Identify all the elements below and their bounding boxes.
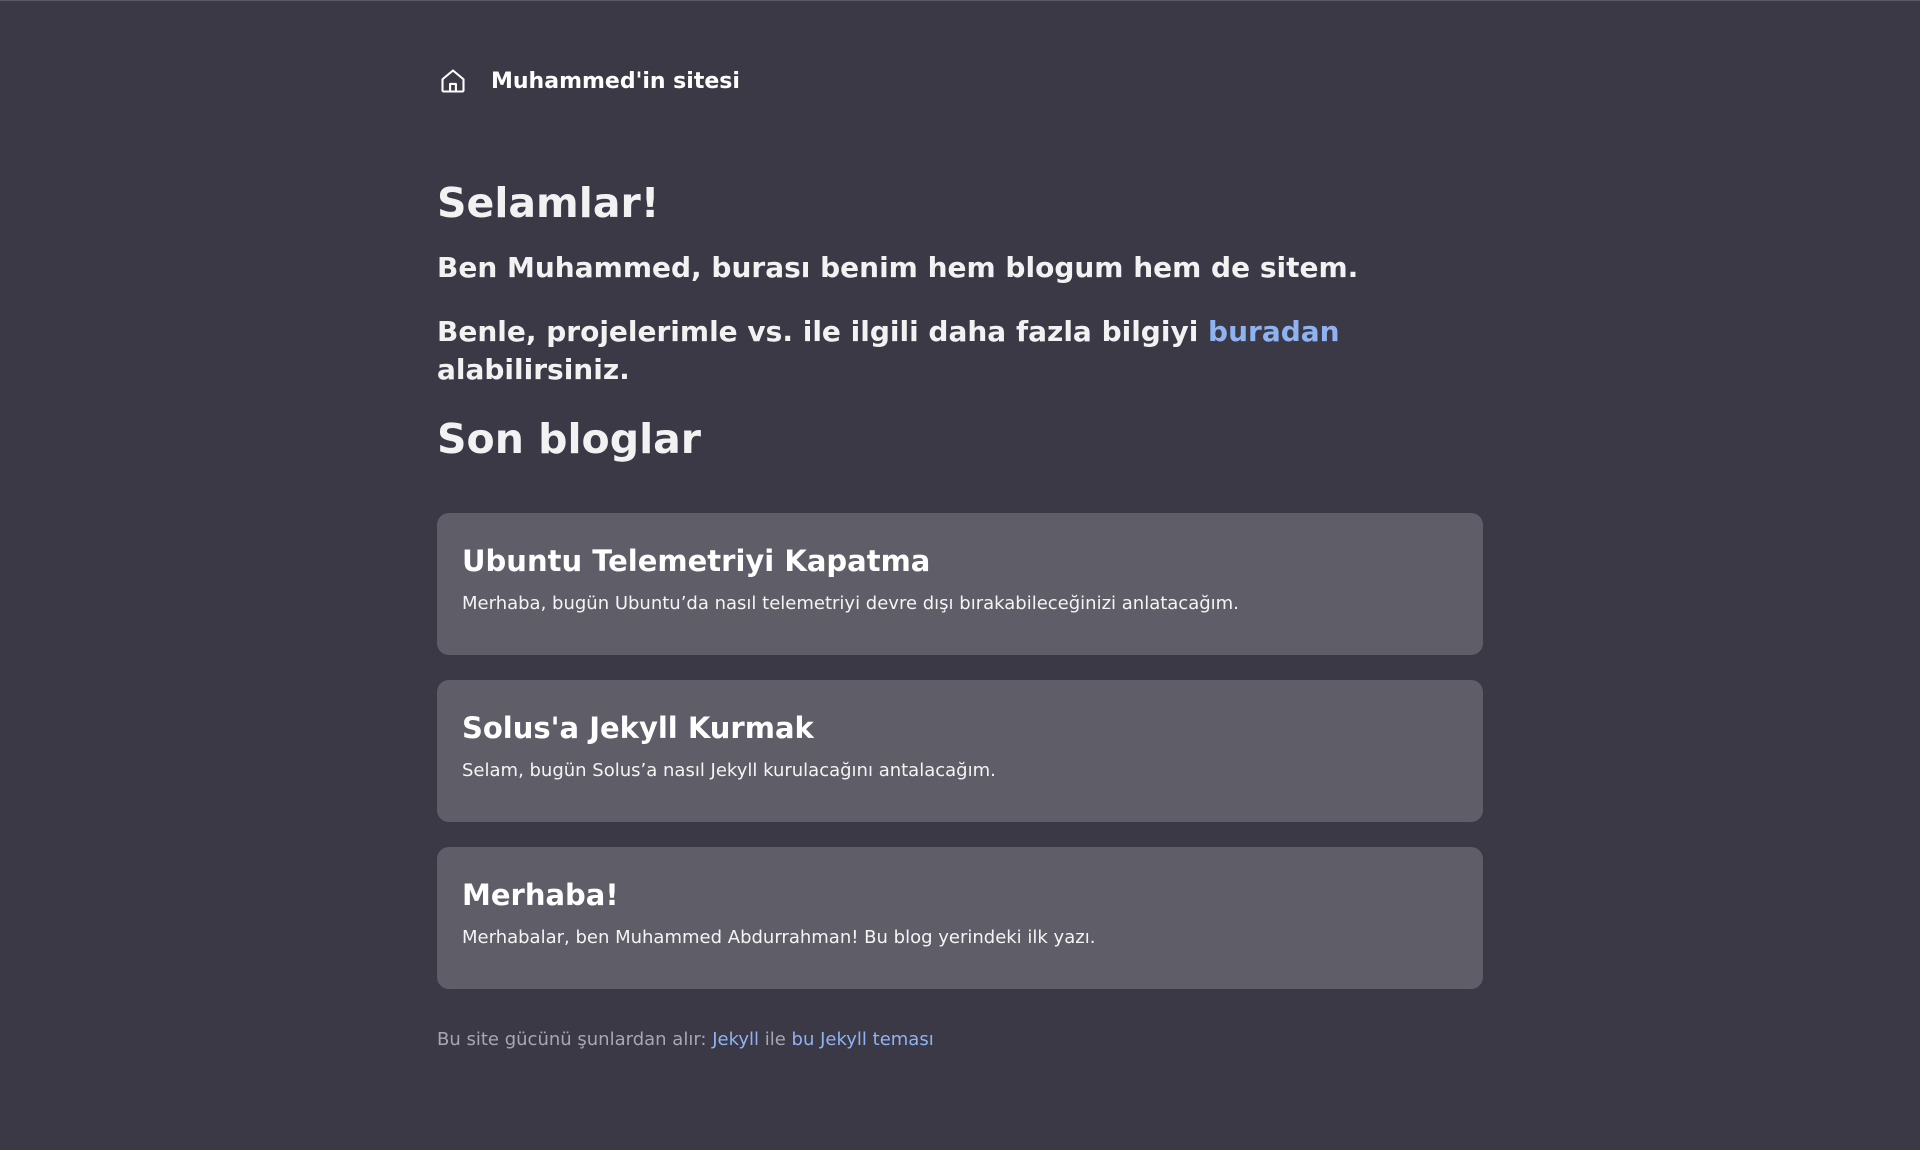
post-excerpt: Merhaba, bugün Ubuntu’da nasıl telemetri…: [462, 593, 1239, 614]
post-excerpt: Selam, bugün Solus’a nasıl Jekyll kurula…: [462, 760, 996, 781]
jekyll-link[interactable]: Jekyll: [712, 1029, 759, 1050]
site-footer: Bu site gücünü şunlardan alır: Jekyll il…: [437, 1029, 1483, 1050]
about-link[interactable]: buradan: [1208, 315, 1340, 348]
footer-middle: ile: [759, 1029, 792, 1050]
post-title: Merhaba!: [462, 878, 619, 912]
site-header: Muhammed'in sitesi: [437, 61, 1483, 101]
recent-posts-heading: Son bloglar: [437, 415, 702, 463]
greeting-heading: Selamlar!: [437, 179, 660, 227]
intro-text: Ben Muhammed, burası benim hem blogum he…: [437, 251, 1359, 284]
post-title: Solus'a Jekyll Kurmak: [462, 711, 814, 745]
footer-prefix: Bu site gücünü şunlardan alır:: [437, 1029, 713, 1050]
more-info-suffix: alabilirsiniz.: [437, 353, 630, 386]
theme-link[interactable]: bu Jekyll teması: [792, 1029, 934, 1050]
home-icon[interactable]: [437, 65, 469, 97]
post-title: Ubuntu Telemetriyi Kapatma: [462, 544, 931, 578]
page-container: Muhammed'in sitesi Selamlar! Ben Muhamme…: [437, 61, 1483, 1050]
post-card[interactable]: Ubuntu Telemetriyi Kapatma Merhaba, bugü…: [437, 513, 1483, 655]
post-list: Ubuntu Telemetriyi Kapatma Merhaba, bugü…: [437, 513, 1483, 989]
site-title-link[interactable]: Muhammed'in sitesi: [491, 69, 740, 94]
post-excerpt: Merhabalar, ben Muhammed Abdurrahman! Bu…: [462, 927, 1096, 948]
post-card[interactable]: Merhaba! Merhabalar, ben Muhammed Abdurr…: [437, 847, 1483, 989]
more-info-text: Benle, projelerimle vs. ile ilgili daha …: [437, 313, 1483, 389]
post-card[interactable]: Solus'a Jekyll Kurmak Selam, bugün Solus…: [437, 680, 1483, 822]
more-info-prefix: Benle, projelerimle vs. ile ilgili daha …: [437, 315, 1209, 348]
